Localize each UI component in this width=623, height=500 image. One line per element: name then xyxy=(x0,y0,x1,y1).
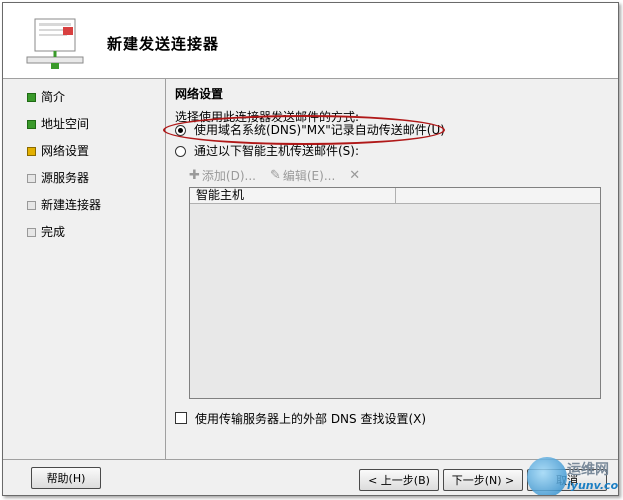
watermark-logo-icon xyxy=(527,457,567,495)
wizard-window: 新建发送连接器 简介 地址空间 网络设置 源服务器 新建连接器 完成 网络设置 xyxy=(2,2,619,496)
add-label: 添加(D)... xyxy=(201,168,256,183)
help-button[interactable]: 帮助(H) xyxy=(31,467,101,489)
step-pending-icon xyxy=(27,201,36,210)
next-button[interactable]: 下一步(N) > xyxy=(443,469,523,491)
smarthost-column-header[interactable]: 智能主机 xyxy=(196,188,396,203)
smarthost-list[interactable]: 智能主机 xyxy=(189,187,601,399)
pencil-icon: ✎ xyxy=(269,167,281,183)
external-dns-label: 使用传输服务器上的外部 DNS 查找设置(X) xyxy=(195,411,427,426)
watermark-line2: iyunv.com xyxy=(567,479,619,492)
section-title: 网络设置 xyxy=(175,87,224,101)
site-watermark: 运维网 iyunv.com xyxy=(523,453,619,495)
watermark-line1: 运维网 xyxy=(567,462,609,478)
step-network-settings: 网络设置 xyxy=(23,141,153,168)
external-dns-option[interactable]: 使用传输服务器上的外部 DNS 查找设置(X) xyxy=(175,410,426,426)
smarthost-toolbar: ✚ 添加(D)... ✎ 编辑(E)... ✕ xyxy=(189,166,376,184)
add-button[interactable]: ✚ 添加(D)... xyxy=(189,167,256,184)
back-button[interactable]: < 上一步(B) xyxy=(359,469,439,491)
step-label: 新建连接器 xyxy=(41,198,102,212)
step-new-connector: 新建连接器 xyxy=(23,195,153,222)
step-label: 地址空间 xyxy=(41,117,90,131)
edit-button[interactable]: ✎ 编辑(E)... xyxy=(270,167,335,184)
smarthost-option[interactable]: 通过以下智能主机传送邮件(S): xyxy=(175,142,359,160)
smarthost-label: 通过以下智能主机传送邮件(S): xyxy=(194,144,360,158)
smarthost-radio[interactable] xyxy=(175,145,186,157)
step-pending-icon xyxy=(27,228,36,237)
nav-divider xyxy=(165,79,166,459)
list-header: 智能主机 xyxy=(190,188,600,204)
plus-icon: ✚ xyxy=(189,167,200,183)
wizard-steps: 简介 地址空间 网络设置 源服务器 新建连接器 完成 xyxy=(23,87,153,249)
external-dns-checkbox[interactable] xyxy=(175,412,187,424)
step-label: 源服务器 xyxy=(41,171,90,185)
step-address-space: 地址空间 xyxy=(23,114,153,141)
step-intro: 简介 xyxy=(23,87,153,114)
step-done-icon xyxy=(27,120,36,129)
delete-x-icon: ✕ xyxy=(349,167,361,183)
step-complete: 完成 xyxy=(23,222,153,249)
page-title: 新建发送连接器 xyxy=(107,35,220,53)
step-done-icon xyxy=(27,93,36,102)
delete-button[interactable]: ✕ xyxy=(349,169,362,182)
step-source-server: 源服务器 xyxy=(23,168,153,195)
step-label: 完成 xyxy=(41,225,66,239)
edit-label: 编辑(E)... xyxy=(282,168,336,183)
step-pending-icon xyxy=(27,174,36,183)
wizard-header: 新建发送连接器 xyxy=(3,3,618,79)
highlight-annotation xyxy=(163,115,445,145)
step-label: 网络设置 xyxy=(41,144,90,158)
connector-wizard-icon xyxy=(25,17,89,77)
step-current-icon xyxy=(27,147,36,156)
step-label: 简介 xyxy=(41,90,66,104)
